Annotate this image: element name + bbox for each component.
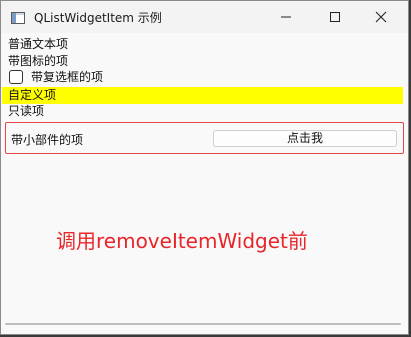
minimize-button[interactable] — [263, 1, 309, 33]
list-item-label: 带复选框的项 — [31, 70, 104, 84]
list-item-plain[interactable]: 普通文本项 — [2, 36, 403, 53]
list-item-label: 只读项 — [8, 104, 45, 118]
main-window: QListWidgetItem 示例 普通文本项 带图标的项 带复选框的项 自定… — [0, 0, 409, 335]
list-item-label: 自定义项 — [8, 88, 57, 102]
app-icon — [11, 10, 25, 24]
close-button[interactable] — [358, 1, 404, 33]
widget-item-label: 带小部件的项 — [11, 133, 84, 147]
list-item-readonly[interactable]: 只读项 — [2, 103, 403, 120]
window-title: QListWidgetItem 示例 — [34, 11, 162, 25]
list-item-with-icon[interactable]: 带图标的项 — [2, 53, 403, 70]
maximize-icon — [330, 12, 340, 22]
item-checkbox[interactable] — [9, 70, 23, 84]
horizontal-scrollbar[interactable] — [5, 323, 401, 325]
maximize-button[interactable] — [312, 1, 358, 33]
list-item-custom[interactable]: 自定义项 — [2, 87, 403, 104]
list-item-widget[interactable]: 带小部件的项 点击我 — [5, 122, 404, 154]
list-item-checkable[interactable]: 带复选框的项 — [2, 69, 403, 87]
close-icon — [375, 11, 387, 23]
minimize-icon — [281, 16, 291, 18]
list-item-label: 普通文本项 — [8, 37, 69, 51]
list-item-label: 带图标的项 — [8, 54, 69, 68]
list-widget[interactable]: 普通文本项 带图标的项 带复选框的项 自定义项 只读项 带小部件的项 点击我 调… — [2, 35, 407, 325]
title-bar[interactable]: QListWidgetItem 示例 — [1, 1, 408, 33]
click-me-button[interactable]: 点击我 — [213, 130, 397, 147]
caption-text: 调用removeItemWidget前 — [56, 229, 308, 253]
